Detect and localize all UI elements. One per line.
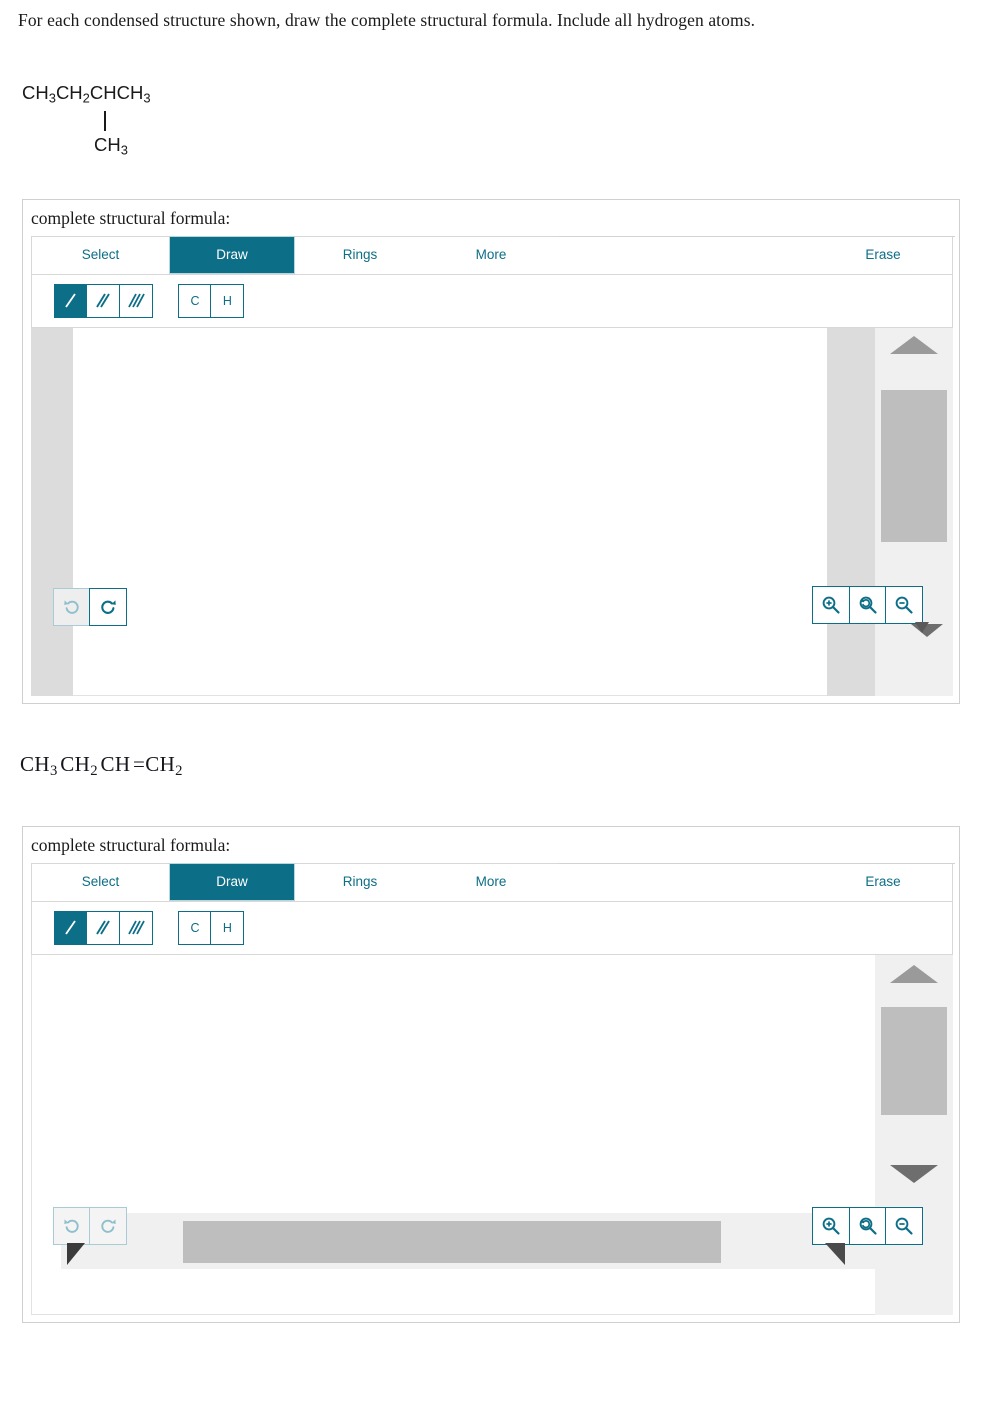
- magnifier-reset-icon: [859, 596, 877, 614]
- canvas-right-filler-strip: [827, 328, 875, 696]
- magnifier-plus-icon: [822, 1217, 840, 1235]
- tab-select[interactable]: Select: [32, 864, 169, 900]
- tab-rings[interactable]: Rings: [295, 864, 425, 900]
- zoom-controls-1: [812, 586, 923, 624]
- tab-select[interactable]: Select: [32, 237, 169, 273]
- double-bond-icon: [96, 293, 111, 308]
- magnifier-minus-icon: [895, 596, 913, 614]
- redo-button[interactable]: [89, 1207, 128, 1245]
- triple-bond-icon: [128, 293, 145, 308]
- scroll-up-arrow[interactable]: [890, 965, 938, 983]
- hydrogen-label: H: [222, 921, 232, 935]
- hydrogen-label: H: [222, 294, 232, 308]
- history-controls-1: [53, 588, 128, 626]
- redo-button[interactable]: [89, 588, 128, 626]
- triple-bond-icon: [128, 920, 145, 935]
- undo-button[interactable]: [53, 588, 91, 626]
- zoom-controls-2: [812, 1207, 923, 1245]
- pointer-triangle-1: [915, 622, 929, 633]
- bond-tool-group: [54, 284, 153, 318]
- atom-tool-group: C H: [178, 284, 245, 318]
- vertical-scrollbar-1[interactable]: [875, 328, 953, 696]
- condensed-formula-2: CH3 CH2 CH =CH2: [20, 752, 183, 780]
- undo-button[interactable]: [53, 1207, 91, 1245]
- tab-erase[interactable]: Erase: [838, 864, 928, 900]
- hydrogen-atom-button[interactable]: H: [210, 284, 245, 318]
- hydrogen-atom-button[interactable]: H: [210, 911, 245, 945]
- tab-draw[interactable]: Draw: [169, 863, 295, 901]
- drawing-canvas-2[interactable]: [31, 955, 953, 1315]
- triple-bond-button[interactable]: [118, 284, 153, 318]
- pointer-triangle-left: [67, 1243, 85, 1265]
- single-bond-icon: [65, 920, 76, 935]
- zoom-in-button[interactable]: [812, 586, 851, 624]
- tab-more[interactable]: More: [425, 237, 557, 273]
- vertical-scroll-thumb[interactable]: [881, 390, 947, 542]
- tab-erase[interactable]: Erase: [838, 237, 928, 273]
- zoom-in-button[interactable]: [812, 1207, 851, 1245]
- magnifier-reset-icon: [859, 1217, 877, 1235]
- horizontal-scrollbar-2[interactable]: [61, 1213, 917, 1269]
- carbon-atom-button[interactable]: C: [178, 284, 212, 318]
- redo-icon: [101, 1219, 117, 1233]
- double-bond-button[interactable]: [86, 284, 121, 318]
- magnifier-plus-icon: [822, 596, 840, 614]
- atom-tool-group: C H: [178, 911, 245, 945]
- tab-more[interactable]: More: [425, 864, 557, 900]
- redo-icon: [101, 600, 117, 614]
- canvas-left-filler-strip: [31, 328, 73, 696]
- formula-1-main-chain: CH3CH2CHCH3: [22, 82, 151, 106]
- pointer-triangle-right: [825, 1243, 845, 1265]
- tab-draw[interactable]: Draw: [169, 236, 295, 274]
- carbon-label: C: [190, 921, 200, 935]
- vertical-scroll-thumb[interactable]: [881, 1007, 947, 1115]
- panel-2-tabbar: Select Draw Rings More Erase: [31, 863, 955, 902]
- page-title: For each condensed structure shown, draw…: [18, 10, 756, 30]
- zoom-out-button[interactable]: [885, 586, 923, 624]
- carbon-atom-button[interactable]: C: [178, 911, 212, 945]
- undo-icon: [64, 600, 79, 614]
- vertical-bond-line: [104, 110, 106, 131]
- scroll-down-arrow[interactable]: [890, 1165, 938, 1183]
- undo-icon: [64, 1219, 79, 1233]
- horizontal-scroll-thumb[interactable]: [183, 1221, 721, 1263]
- scroll-up-arrow[interactable]: [890, 336, 938, 354]
- magnifier-minus-icon: [895, 1217, 913, 1235]
- zoom-reset-button[interactable]: [848, 1207, 887, 1245]
- structure-editor-panel-1: complete structural formula: Select Draw…: [22, 199, 960, 704]
- panel-2-label: complete structural formula:: [31, 835, 231, 855]
- panel-1-label: complete structural formula:: [31, 208, 231, 228]
- single-bond-icon: [65, 293, 76, 308]
- structure-editor-panel-2: complete structural formula: Select Draw…: [22, 826, 960, 1323]
- formula-2-main-chain: CH3: [20, 752, 58, 780]
- double-bond-button[interactable]: [86, 911, 121, 945]
- zoom-out-button[interactable]: [885, 1207, 923, 1245]
- single-bond-button[interactable]: [54, 284, 88, 318]
- zoom-reset-button[interactable]: [848, 586, 887, 624]
- panel-1-tabbar: Select Draw Rings More Erase: [31, 236, 955, 275]
- panel-2-toolrow: C H: [31, 902, 953, 955]
- carbon-label: C: [190, 294, 200, 308]
- drawing-canvas-1[interactable]: [31, 328, 953, 696]
- triple-bond-button[interactable]: [118, 911, 153, 945]
- history-controls-2: [53, 1207, 128, 1245]
- bond-tool-group: [54, 911, 153, 945]
- double-bond-icon: [96, 920, 111, 935]
- single-bond-button[interactable]: [54, 911, 88, 945]
- canvas-surface-1[interactable]: [31, 328, 953, 696]
- panel-1-toolrow: C H: [31, 275, 953, 328]
- formula-1-branch: CH3: [94, 133, 128, 158]
- tab-rings[interactable]: Rings: [295, 237, 425, 273]
- condensed-formula-1: CH3CH2CHCH3 CH3: [22, 82, 151, 158]
